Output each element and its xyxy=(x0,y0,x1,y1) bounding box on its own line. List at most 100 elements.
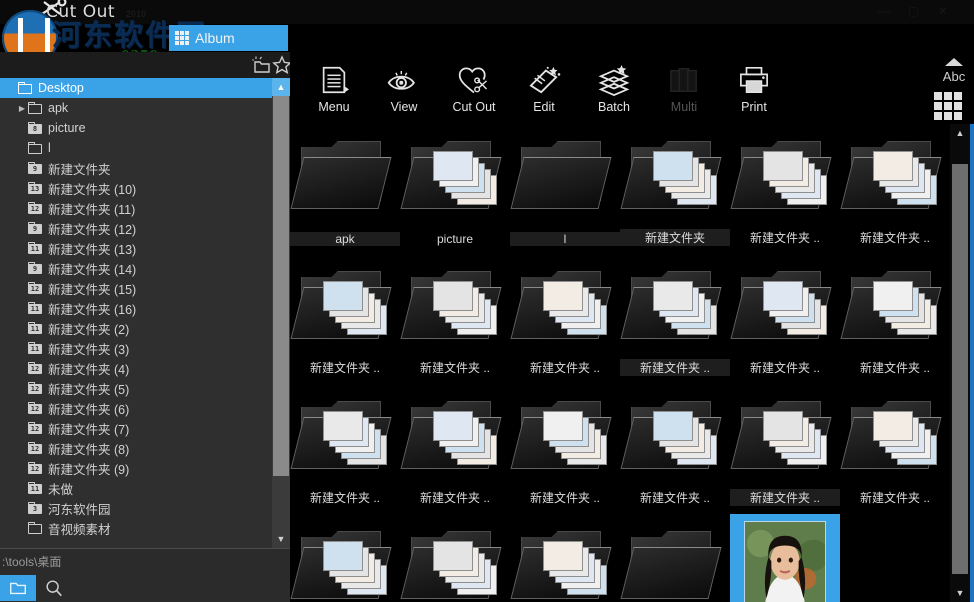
thumbnail-item[interactable]: apk xyxy=(290,124,400,254)
thumbnail-item[interactable]: 未做 xyxy=(400,514,510,602)
thumbnail-label: 新建文件夹 .. xyxy=(730,489,840,506)
tree-item[interactable]: 9 新建文件夹 (12) xyxy=(0,218,272,238)
folder-tree[interactable]: Desktop ▶ apk 8 picture l 9 新建文件夹 13 新建文件夹 (10) 12… xyxy=(0,78,272,548)
tree-item[interactable]: 11 未做 xyxy=(0,478,272,498)
tree-item[interactable]: 12 新建文件夹 (6) xyxy=(0,398,272,418)
tree-item[interactable]: 12 新建文件夹 (15) xyxy=(0,278,272,298)
search-button[interactable] xyxy=(36,575,72,601)
thumbnail-item[interactable]: 新建文件夹 .. xyxy=(840,124,950,254)
folder-icon: 12 xyxy=(28,362,42,374)
toolbar-button-label: Print xyxy=(741,100,767,114)
folder-thumbnail-icon xyxy=(400,137,503,215)
folder-thumbnail-icon xyxy=(510,267,613,345)
folder-icon: 8 xyxy=(28,122,42,134)
scroll-down-icon[interactable]: ▼ xyxy=(272,530,290,548)
tree-item[interactable]: 音视频素材 xyxy=(0,518,272,538)
tree-item[interactable]: Desktop xyxy=(0,78,272,98)
scroll-down-icon[interactable]: ▼ xyxy=(950,584,970,602)
new-folder-button[interactable] xyxy=(252,55,272,75)
toolbar-button-edit[interactable]: Edit xyxy=(506,58,582,114)
tab-album[interactable]: Album xyxy=(169,25,288,51)
thumbnail-item[interactable]: picture xyxy=(400,124,510,254)
thumbnail-item[interactable]: 新建文件夹 .. xyxy=(290,254,400,384)
toolbar-button-view[interactable]: View xyxy=(366,58,442,114)
tree-item[interactable]: 11 新建文件夹 (2) xyxy=(0,318,272,338)
tree-item[interactable]: 12 新建文件夹 (5) xyxy=(0,378,272,398)
tree-item[interactable]: 3 河东软件园 xyxy=(0,498,272,518)
thumbnail-image xyxy=(840,258,945,354)
thumbnail-item[interactable]: 新建文件夹 .. xyxy=(620,254,730,384)
thumbnail-item[interactable]: 河东软件园 xyxy=(510,514,620,602)
scroll-up-icon[interactable]: ▲ xyxy=(950,124,970,142)
close-button[interactable]: ✕ xyxy=(938,4,948,18)
grid-icon xyxy=(175,31,189,45)
thumbnail-item[interactable]: 新建文件夹 .. xyxy=(290,384,400,514)
tree-item[interactable]: 11 新建文件夹 (16) xyxy=(0,298,272,318)
thumbnail-item[interactable]: 新建文件夹 .. xyxy=(510,254,620,384)
toolbar-button-label: Cut Out xyxy=(452,100,496,114)
thumbnail-item[interactable]: 音视频素材 xyxy=(620,514,730,602)
thumbnail-item[interactable]: 新建文件夹 .. xyxy=(840,384,950,514)
cutout-application-window: Cut Out 2010 — ▢ ✕ 河东软件园 www.pc0359.cn w… xyxy=(0,0,974,602)
thumbnail-item[interactable]: 新建文件夹 .. xyxy=(290,514,400,602)
toolbar-button-print[interactable]: Print xyxy=(716,58,792,114)
tree-item[interactable]: 8 picture xyxy=(0,118,272,138)
tree-item[interactable]: ▶ apk xyxy=(0,98,272,118)
tree-item[interactable]: 11 新建文件夹 (13) xyxy=(0,238,272,258)
tree-item[interactable]: 13 新建文件夹 (10) xyxy=(0,178,272,198)
thumbnail-item[interactable]: 新建文件夹 .. xyxy=(400,254,510,384)
content-scrollbar[interactable]: ▲ ▼ xyxy=(950,124,970,602)
sort-label[interactable]: Abc xyxy=(934,69,974,84)
toolbar-button-cut-out[interactable]: Cut Out xyxy=(436,58,512,114)
tree-item[interactable]: 12 新建文件夹 (9) xyxy=(0,458,272,478)
toolbar-button-batch[interactable]: Batch xyxy=(576,58,652,114)
favorite-button[interactable] xyxy=(272,55,292,75)
edit-wand-icon xyxy=(506,58,582,102)
folder-tree-scrollbar[interactable]: ▲ ▼ xyxy=(272,78,290,548)
thumbnail-item[interactable]: 新建文件夹 .. xyxy=(730,124,840,254)
expand-arrow-icon[interactable]: ▶ xyxy=(16,104,28,113)
folder-icon: 3 xyxy=(28,502,42,514)
thumbnail-item[interactable]: l xyxy=(510,124,620,254)
tree-item[interactable]: 12 新建文件夹 (8) xyxy=(0,438,272,458)
thumbnail-image xyxy=(400,518,505,602)
folder-panel-header xyxy=(0,52,292,78)
tree-item-label: 新建文件夹 (15) xyxy=(48,282,137,297)
thumbnail-image xyxy=(620,518,725,602)
thumbnail-item[interactable]: 新建文件夹 .. xyxy=(400,384,510,514)
toolbar-button-menu[interactable]: Menu xyxy=(296,58,372,114)
tree-item[interactable]: l xyxy=(0,138,272,158)
scrollbar-thumb[interactable] xyxy=(952,164,968,574)
thumbnail-item[interactable]: 新建文件夹 xyxy=(620,124,730,254)
caret-up-icon[interactable] xyxy=(945,58,963,66)
current-path: :\tools\桌面 xyxy=(0,548,290,574)
tree-item[interactable]: 9 新建文件夹 (14) xyxy=(0,258,272,278)
tree-item-label: 新建文件夹 (13) xyxy=(48,242,137,257)
minimize-button[interactable]: — xyxy=(878,4,890,18)
thumbnail-item[interactable]: 新建文件夹 .. xyxy=(840,254,950,384)
browse-folder-button[interactable] xyxy=(0,575,36,601)
maximize-button[interactable]: ▢ xyxy=(908,4,919,18)
thumbnail-item[interactable]: Jpg timg xyxy=(730,514,840,602)
heart-scissors-icon xyxy=(436,58,512,102)
thumbnail-item[interactable]: 新建文件夹 .. xyxy=(620,384,730,514)
thumbnail-image xyxy=(510,128,615,224)
tree-item[interactable]: 12 新建文件夹 (4) xyxy=(0,358,272,378)
printer-icon xyxy=(716,58,792,102)
thumbnail-image xyxy=(620,258,725,354)
thumbnail-item[interactable]: 新建文件夹 .. xyxy=(730,254,840,384)
tree-item[interactable]: 12 新建文件夹 (11) xyxy=(0,198,272,218)
thumbnail-grid[interactable]: apk picture l 新建文件夹 新建文件夹 .. 新建文件夹 .. 新建文件夹 ..… xyxy=(290,124,950,602)
tree-item-label: 新建文件夹 (3) xyxy=(48,342,130,357)
tree-item[interactable]: 11 新建文件夹 (3) xyxy=(0,338,272,358)
thumbnail-label: 新建文件夹 .. xyxy=(309,361,380,375)
thumbnail-image xyxy=(400,258,505,354)
tree-item[interactable]: 12 新建文件夹 (7) xyxy=(0,418,272,438)
thumbnail-item[interactable]: 新建文件夹 .. xyxy=(730,384,840,514)
tree-item[interactable]: 9 新建文件夹 xyxy=(0,158,272,178)
thumbnail-item[interactable]: 新建文件夹 .. xyxy=(510,384,620,514)
grid-view-icon[interactable] xyxy=(934,92,974,120)
scrollbar-thumb[interactable] xyxy=(273,96,289,476)
tab-album-label: Album xyxy=(195,30,235,46)
scroll-up-icon[interactable]: ▲ xyxy=(272,78,290,96)
